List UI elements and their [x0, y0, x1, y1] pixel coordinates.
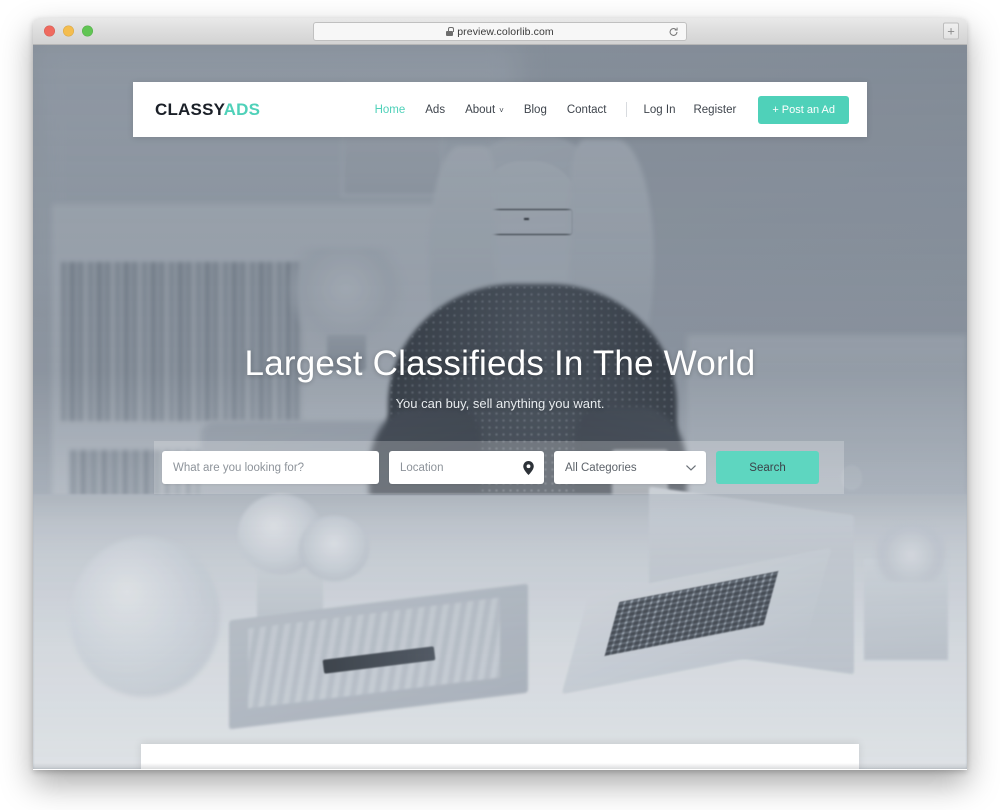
logo-part-primary: CLASSY — [155, 99, 224, 119]
nav-divider — [625, 102, 627, 117]
screenshot-canvas: preview.colorlib.com + CLASSYADS Home Ad… — [0, 0, 1000, 810]
chevron-down-icon — [686, 464, 696, 471]
location-field-wrapper[interactable] — [389, 451, 544, 484]
nav-label-register: Register — [693, 103, 737, 116]
hero-subtitle: You can buy, sell anything you want. — [395, 396, 605, 411]
map-pin-icon — [523, 460, 534, 475]
search-location-input[interactable] — [400, 461, 533, 474]
nav-label-home: Home — [374, 103, 406, 116]
nav-label-contact: Contact — [566, 103, 607, 116]
nav-label-ads: Ads — [425, 103, 446, 116]
minimize-window-button[interactable] — [63, 25, 74, 37]
chevron-down-icon: ˅ — [499, 105, 504, 115]
reload-icon[interactable] — [668, 26, 679, 37]
new-tab-label: + — [947, 23, 955, 39]
category-select[interactable]: All Categories — [554, 451, 706, 484]
nav-label-login: Log In — [643, 103, 676, 116]
viewport-bottom-fade — [33, 763, 967, 769]
lock-icon — [446, 27, 454, 36]
search-submit-button[interactable]: Search — [716, 451, 819, 484]
search-keyword-input[interactable] — [173, 461, 368, 474]
new-tab-button[interactable]: + — [943, 22, 959, 40]
page-viewport: CLASSYADS Home Ads About ˅ Blog Contact … — [33, 45, 967, 769]
site-logo[interactable]: CLASSYADS — [155, 100, 260, 120]
nav-item-about[interactable]: About ˅ — [465, 104, 504, 116]
auth-nav: Log In Register — [644, 104, 737, 116]
post-an-ad-button[interactable]: + Post an Ad — [758, 95, 849, 124]
main-nav: Home Ads About ˅ Blog Contact — [375, 104, 607, 116]
nav-item-register[interactable]: Register — [693, 104, 736, 116]
nav-item-home[interactable]: Home — [375, 104, 406, 116]
nav-item-login[interactable]: Log In — [644, 104, 676, 116]
url-text: preview.colorlib.com — [457, 25, 554, 38]
nav-item-blog[interactable]: Blog — [524, 104, 547, 116]
address-bar[interactable]: preview.colorlib.com — [313, 22, 687, 41]
nav-item-contact[interactable]: Contact — [567, 104, 607, 116]
keyword-field-wrapper[interactable] — [162, 451, 379, 484]
hero-search-panel: All Categories Search — [154, 441, 844, 494]
browser-titlebar: preview.colorlib.com + — [33, 18, 967, 45]
browser-window: preview.colorlib.com + CLASSYADS Home Ad… — [33, 18, 967, 770]
site-navbar: CLASSYADS Home Ads About ˅ Blog Contact … — [133, 82, 867, 137]
category-selected-label: All Categories — [565, 461, 637, 474]
hero-text-block: Largest Classifieds In The World You can… — [33, 343, 967, 411]
logo-part-accent: ADS — [223, 99, 261, 119]
nav-label-blog: Blog — [523, 103, 547, 116]
window-traffic-lights — [44, 25, 93, 37]
zoom-window-button[interactable] — [82, 25, 93, 37]
nav-label-about: About — [465, 103, 496, 116]
hero-title: Largest Classifieds In The World — [244, 344, 756, 383]
close-window-button[interactable] — [44, 25, 55, 37]
nav-item-ads[interactable]: Ads — [425, 104, 445, 116]
